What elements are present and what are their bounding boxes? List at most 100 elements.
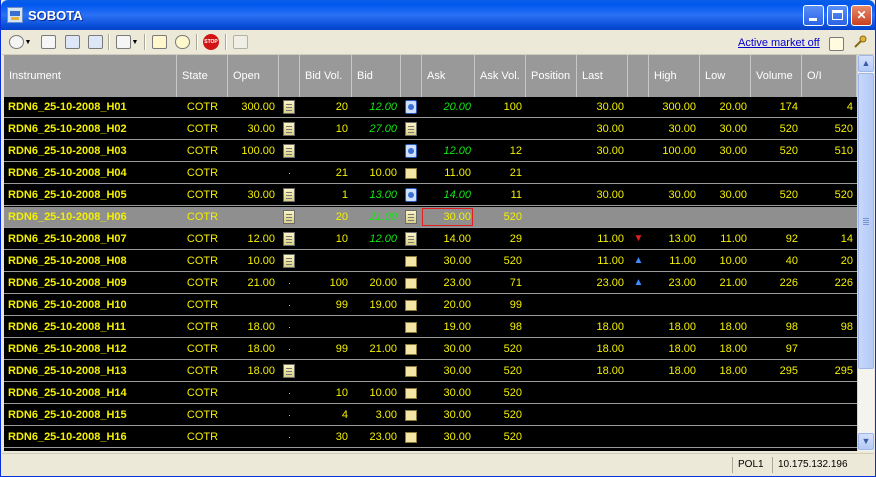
insert-order-button[interactable] [62,33,82,51]
cell-ask[interactable]: 30.00 [422,207,475,227]
cell-last[interactable]: 18.00 [577,317,628,337]
cell-bid[interactable] [352,361,401,381]
order-document-icon[interactable] [283,122,295,136]
cell-state[interactable]: COTR [177,361,228,381]
folder-icon[interactable] [405,388,417,399]
cell-ask-vol[interactable]: 11 [475,185,526,205]
table-row[interactable]: RDN6_25-10-2008_H08 COTR 10.00 30.00 520 11.0… [4,251,857,272]
cell-oi[interactable]: 510 [802,141,857,161]
cell-ask[interactable]: 30.00 [422,251,475,271]
cell-ask-vol[interactable]: 71 [475,273,526,293]
cell-bid-vol[interactable]: 10 [300,383,352,403]
cell-open[interactable]: 18.00 [228,339,279,359]
column-header-bid-icon[interactable] [401,55,422,97]
vertical-scrollbar[interactable]: ▲ ▼ [857,55,874,451]
cell-volume[interactable]: 98 [751,317,802,337]
cell-ask-vol[interactable]: 29 [475,229,526,249]
cell-state[interactable]: COTR [177,339,228,359]
cell-open[interactable]: 30.00 [228,185,279,205]
cell-volume[interactable] [751,207,802,227]
cell-position[interactable] [526,405,577,425]
cell-ask[interactable]: 20.00 [422,295,475,315]
order-document-icon[interactable] [405,232,417,246]
binoculars-icon[interactable] [405,100,417,114]
cell-bid-vol[interactable]: 10 [300,229,352,249]
column-header-instrument[interactable]: Instrument [4,55,177,97]
cell-state[interactable]: COTR [177,119,228,139]
cell-bid[interactable]: 27.00 [352,119,401,139]
cell-low[interactable] [700,295,751,315]
cell-bid-vol[interactable]: 20 [300,207,352,227]
column-header-bid-vol[interactable]: Bid Vol. [300,55,352,97]
cell-oi[interactable]: 14 [802,229,857,249]
order-document-icon[interactable] [405,122,417,136]
cell-high[interactable]: 18.00 [649,317,700,337]
table-row[interactable]: RDN6_25-10-2008_H05 COTR 30.00 1 13.00 14.00 1… [4,185,857,206]
cell-last[interactable] [577,383,628,403]
cell-volume[interactable]: 40 [751,251,802,271]
cell-last[interactable]: 23.00 [577,273,628,293]
cell-bid-vol[interactable]: 1 [300,185,352,205]
column-header-low[interactable]: Low [700,55,751,97]
cell-open[interactable] [228,207,279,227]
cell-open[interactable]: 21.00 [228,273,279,293]
cell-state[interactable]: COTR [177,295,228,315]
cell-ask[interactable]: 30.00 [422,427,475,447]
cell-state[interactable]: COTR [177,97,228,117]
cell-ask-vol[interactable]: 520 [475,361,526,381]
cell-instrument[interactable]: RDN6_25-10-2008_H11 [4,317,177,337]
cell-volume[interactable]: 520 [751,141,802,161]
column-header-open-icon[interactable] [279,55,300,97]
cell-position[interactable] [526,185,577,205]
scroll-down-button[interactable]: ▼ [858,433,874,450]
scroll-up-button[interactable]: ▲ [858,55,874,72]
table-row[interactable]: RDN6_25-10-2008_H06 COTR 20 21.00 30.00 520 [4,207,857,228]
cell-open[interactable]: 18.00 [228,317,279,337]
key-icon[interactable] [853,35,867,49]
cell-last[interactable] [577,427,628,447]
cell-oi[interactable]: 520 [802,185,857,205]
cell-position[interactable] [526,229,577,249]
cell-open[interactable] [228,163,279,183]
cell-bid-vol[interactable]: 21 [300,163,352,183]
cell-instrument[interactable]: RDN6_25-10-2008_H02 [4,119,177,139]
cell-ask-vol[interactable]: 520 [475,207,526,227]
edit-button[interactable] [230,33,250,51]
cell-oi[interactable]: 295 [802,361,857,381]
cell-volume[interactable]: 295 [751,361,802,381]
column-header-bid[interactable]: Bid [352,55,401,97]
cell-oi[interactable] [802,207,857,227]
cell-ask[interactable]: 14.00 [422,185,475,205]
cell-high[interactable] [649,383,700,403]
cell-state[interactable]: COTR [177,273,228,293]
cell-instrument[interactable]: RDN6_25-10-2008_H08 [4,251,177,271]
table-row[interactable]: RDN6_25-10-2008_H12 COTR 18.00 · 99 21.00 30.0… [4,339,857,360]
cell-ask[interactable]: 19.00 [422,317,475,337]
table-row[interactable]: RDN6_25-10-2008_H04 COTR · 21 10.00 11.00 21 [4,163,857,184]
cell-oi[interactable] [802,163,857,183]
cell-high[interactable] [649,163,700,183]
cell-low[interactable]: 30.00 [700,141,751,161]
binoculars-icon[interactable] [405,144,417,158]
column-header-state[interactable]: State [177,55,228,97]
cell-instrument[interactable]: RDN6_25-10-2008_H07 [4,229,177,249]
cell-low[interactable]: 30.00 [700,185,751,205]
cell-bid-vol[interactable] [300,361,352,381]
table-row[interactable]: RDN6_25-10-2008_H16 COTR · 30 23.00 30.00 520 [4,427,857,448]
cell-instrument[interactable]: RDN6_25-10-2008_H09 [4,273,177,293]
cell-position[interactable] [526,317,577,337]
cell-open[interactable] [228,383,279,403]
cell-bid-vol[interactable]: 99 [300,295,352,315]
maximize-button[interactable] [827,5,848,26]
cell-last[interactable]: 11.00 [577,251,628,271]
cell-low[interactable] [700,427,751,447]
cell-position[interactable] [526,295,577,315]
table-row[interactable]: RDN6_25-10-2008_H03 COTR 100.00 12.00 12 30.0… [4,141,857,162]
order-document-icon[interactable] [283,100,295,114]
message-button[interactable] [172,33,192,51]
cell-ask-vol[interactable] [475,119,526,139]
cell-position[interactable] [526,339,577,359]
cell-high[interactable]: 23.00 [649,273,700,293]
cell-ask[interactable]: 30.00 [422,339,475,359]
binoculars-icon[interactable] [405,188,417,202]
